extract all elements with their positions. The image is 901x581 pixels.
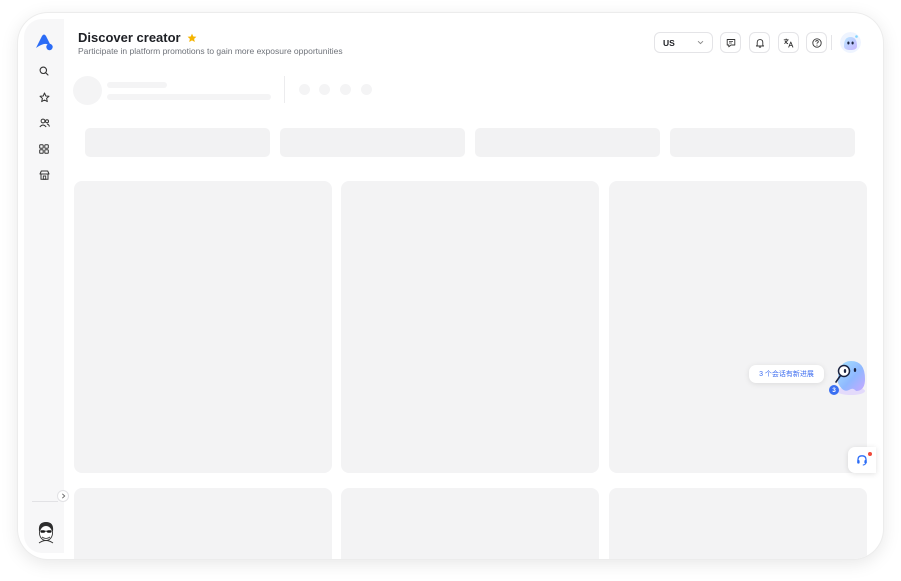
help-icon — [811, 37, 822, 48]
star-badge-icon — [39, 92, 49, 102]
skeleton-filter — [475, 128, 660, 157]
skeleton-line — [107, 82, 167, 88]
sidebar — [24, 19, 64, 553]
language-button[interactable] — [778, 32, 799, 53]
skeleton-card — [74, 181, 332, 473]
skeleton-filter — [670, 128, 855, 157]
skeleton-card — [341, 181, 599, 473]
skeleton-line — [107, 94, 271, 100]
search-icon — [39, 66, 49, 76]
notification-dot — [868, 452, 872, 456]
header-divider — [831, 35, 832, 50]
message-icon — [726, 38, 735, 47]
profile-avatar[interactable] — [35, 519, 57, 545]
page-subtitle: Participate in platform promotions to ga… — [78, 46, 343, 56]
skeleton-card — [341, 488, 599, 559]
skeleton-dot — [319, 84, 330, 95]
notifications-button[interactable] — [749, 32, 770, 53]
sidebar-item-shop[interactable] — [36, 167, 52, 183]
support-button[interactable] — [848, 447, 876, 473]
shop-icon — [39, 170, 49, 180]
users-icon — [38, 118, 50, 128]
sidebar-collapse-button[interactable] — [57, 490, 69, 502]
sidebar-item-creators[interactable] — [36, 115, 52, 131]
grid-icon — [39, 144, 49, 154]
skeleton-filter — [280, 128, 465, 157]
headset-icon — [857, 455, 867, 466]
assistant-chat-bubble[interactable]: 3 个会话有新进展 — [749, 365, 824, 383]
help-button[interactable] — [806, 32, 827, 53]
translate-icon — [783, 38, 794, 48]
sidebar-item-search[interactable] — [36, 63, 52, 79]
skeleton-dot — [299, 84, 310, 95]
skeleton-dot — [340, 84, 351, 95]
sidebar-divider — [32, 501, 58, 502]
page-title: Discover creator — [78, 30, 181, 45]
skeleton-dot — [361, 84, 372, 95]
skeleton-avatar — [73, 76, 102, 105]
chevron-right-icon — [61, 493, 65, 499]
skeleton-card — [609, 181, 867, 473]
skeleton-card — [609, 488, 867, 559]
region-value: US — [663, 37, 675, 48]
sidebar-item-featured[interactable] — [36, 89, 52, 105]
region-select[interactable]: US — [654, 32, 713, 53]
sidebar-item-apps[interactable] — [36, 141, 52, 157]
assistant-count-badge: 3 — [829, 385, 839, 395]
app-logo-icon[interactable] — [33, 33, 55, 51]
chevron-down-icon — [697, 40, 704, 45]
skeleton-card — [74, 488, 332, 559]
bell-icon — [755, 38, 764, 48]
skeleton-filter — [85, 128, 270, 157]
user-avatar[interactable] — [840, 32, 861, 53]
messages-button[interactable] — [720, 32, 741, 53]
skeleton-divider — [284, 76, 285, 103]
title-row: Discover creator — [78, 30, 197, 45]
app-window: Discover creator Participate in platform… — [18, 13, 883, 559]
favorite-star-icon[interactable] — [187, 33, 197, 43]
